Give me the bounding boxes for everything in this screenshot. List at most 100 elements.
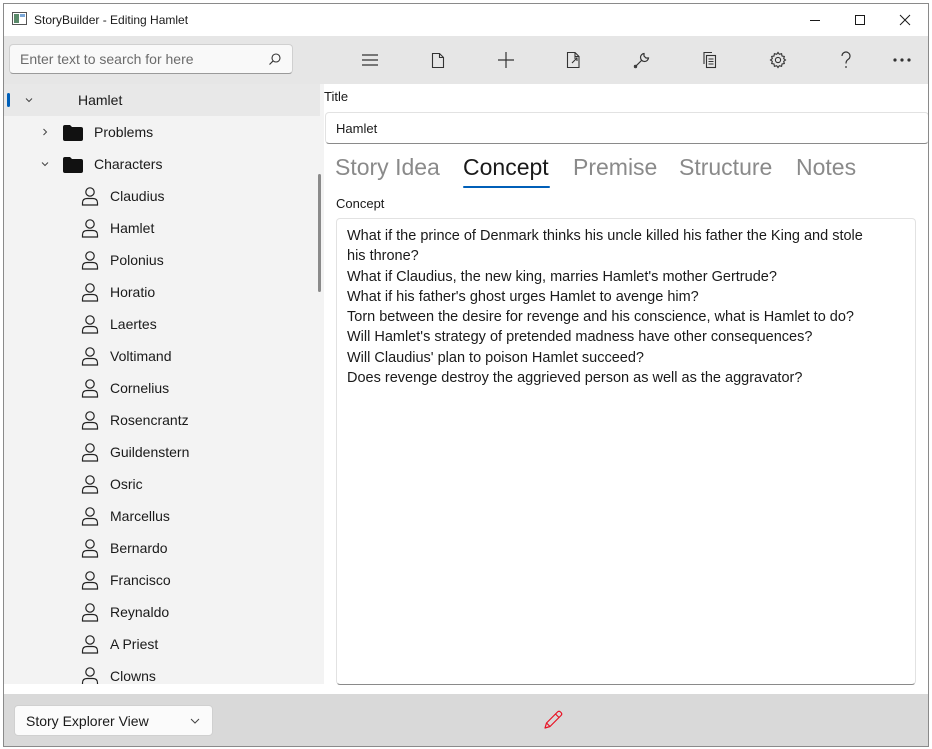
tree-item-character[interactable]: Marcellus (4, 500, 320, 532)
maximize-button[interactable] (837, 4, 883, 36)
concept-label: Concept (336, 196, 385, 211)
chevron-down-icon (190, 718, 200, 724)
concept-line: What if Claudius, the new king, marries … (347, 268, 777, 285)
tree-item-character[interactable]: Hamlet (4, 212, 320, 244)
tree-item-label: Cornelius (110, 380, 170, 396)
copy-button[interactable] (692, 44, 728, 76)
chevron-down-icon[interactable] (24, 95, 34, 105)
title-label: Title (324, 89, 349, 104)
concept-line: Torn between the desire for revenge and … (347, 309, 854, 326)
person-icon (81, 635, 99, 654)
person-icon (81, 507, 99, 526)
folder-icon (63, 157, 83, 173)
tree-item-character[interactable]: Voltimand (4, 340, 320, 372)
tree-item-label: Reynaldo (110, 604, 170, 620)
view-selector[interactable]: Story Explorer View (14, 705, 213, 736)
person-icon (81, 315, 99, 334)
tree-item-root[interactable]: Hamlet (4, 84, 320, 116)
tools-button[interactable] (624, 44, 660, 76)
tree-item-label: Francisco (110, 572, 171, 588)
tree-item-label: A Priest (110, 636, 159, 652)
add-button[interactable] (488, 44, 524, 76)
tab-premise[interactable]: Premise (573, 154, 657, 181)
status-bar: Story Explorer View (4, 694, 928, 746)
tree-item-label: Marcellus (110, 508, 170, 524)
settings-button[interactable] (760, 44, 796, 76)
folder-icon (63, 125, 83, 141)
close-button[interactable] (882, 4, 928, 36)
app-icon (12, 12, 27, 25)
tree-item-character[interactable]: Clowns (4, 660, 320, 684)
person-icon (81, 475, 99, 494)
export-icon (566, 51, 580, 69)
tree-item-character[interactable]: Horatio (4, 276, 320, 308)
person-icon (81, 443, 99, 462)
tree-item-character[interactable]: Rosencrantz (4, 404, 320, 436)
more-icon (893, 58, 911, 62)
chevron-right-icon[interactable] (40, 127, 50, 137)
search-box[interactable] (9, 44, 293, 74)
person-icon (81, 411, 99, 430)
concept-line: Will Claudius' plan to poison Hamlet suc… (347, 349, 644, 366)
concept-line: his throne? (347, 248, 419, 265)
new-file-button[interactable] (420, 44, 456, 76)
tab-structure[interactable]: Structure (679, 154, 772, 181)
tree-scrollbar[interactable] (318, 174, 321, 292)
tree-item-label: Characters (94, 156, 163, 172)
tree-item-label: Voltimand (110, 348, 172, 364)
person-icon (81, 251, 99, 270)
selection-indicator (7, 93, 10, 107)
story-editor: Title Story Idea Concept Premise Structu… (324, 84, 928, 685)
tree-item-label: Hamlet (110, 220, 155, 236)
chevron-down-icon[interactable] (40, 159, 50, 169)
tree-item-character[interactable]: Reynaldo (4, 596, 320, 628)
tab-concept[interactable]: Concept (463, 154, 549, 181)
person-icon (81, 379, 99, 398)
person-icon (81, 667, 99, 684)
tree-item-character[interactable]: A Priest (4, 628, 320, 660)
help-icon (841, 51, 851, 68)
copy-icon (703, 51, 717, 69)
tree-item-characters[interactable]: Characters (4, 148, 320, 180)
minimize-button[interactable] (792, 4, 838, 36)
tab-notes[interactable]: Notes (796, 154, 856, 181)
tree-item-label: Guildenstern (110, 444, 190, 460)
person-icon (81, 539, 99, 558)
gear-icon (769, 51, 787, 69)
search-icon[interactable] (268, 52, 282, 66)
export-button[interactable] (556, 44, 592, 76)
tree-item-label: Rosencrantz (110, 412, 189, 428)
tree-item-label: Claudius (110, 188, 165, 204)
tree-item-label: Problems (94, 124, 154, 140)
tree-item-label: Horatio (110, 284, 156, 300)
tree-item-character[interactable]: Polonius (4, 244, 320, 276)
active-tab-indicator (463, 186, 550, 188)
tree-item-character[interactable]: Cornelius (4, 372, 320, 404)
search-input[interactable] (10, 45, 260, 73)
tree-item-character[interactable]: Francisco (4, 564, 320, 596)
tree-item-character[interactable]: Guildenstern (4, 436, 320, 468)
help-button[interactable] (828, 44, 864, 76)
concept-line: What if the prince of Denmark thinks his… (347, 228, 863, 244)
maximize-icon (855, 15, 865, 25)
concept-textarea[interactable]: What if the prince of Denmark thinks his… (336, 218, 916, 685)
tree-item-label: Laertes (110, 316, 157, 332)
edit-pencil-icon[interactable] (542, 709, 564, 731)
tree-item-character[interactable]: Bernardo (4, 532, 320, 564)
minimize-icon (810, 20, 820, 21)
title-field[interactable] (325, 112, 928, 144)
tree-item-label: Clowns (110, 668, 156, 684)
wrench-icon (633, 52, 650, 69)
person-icon (81, 571, 99, 590)
new-file-icon (431, 52, 445, 68)
app-window: StoryBuilder - Editing Hamlet Enter text… (3, 3, 929, 747)
tree-item-problems[interactable]: Problems (4, 116, 320, 148)
tree-item-character[interactable]: Claudius (4, 180, 320, 212)
tree-item-character[interactable]: Osric (4, 468, 320, 500)
menu-button[interactable] (352, 44, 388, 76)
title-bar[interactable]: StoryBuilder - Editing Hamlet (4, 4, 928, 36)
more-button[interactable] (884, 44, 920, 76)
tree-item-label: Polonius (110, 252, 164, 268)
tree-item-character[interactable]: Laertes (4, 308, 320, 340)
tab-story-idea[interactable]: Story Idea (335, 154, 440, 181)
